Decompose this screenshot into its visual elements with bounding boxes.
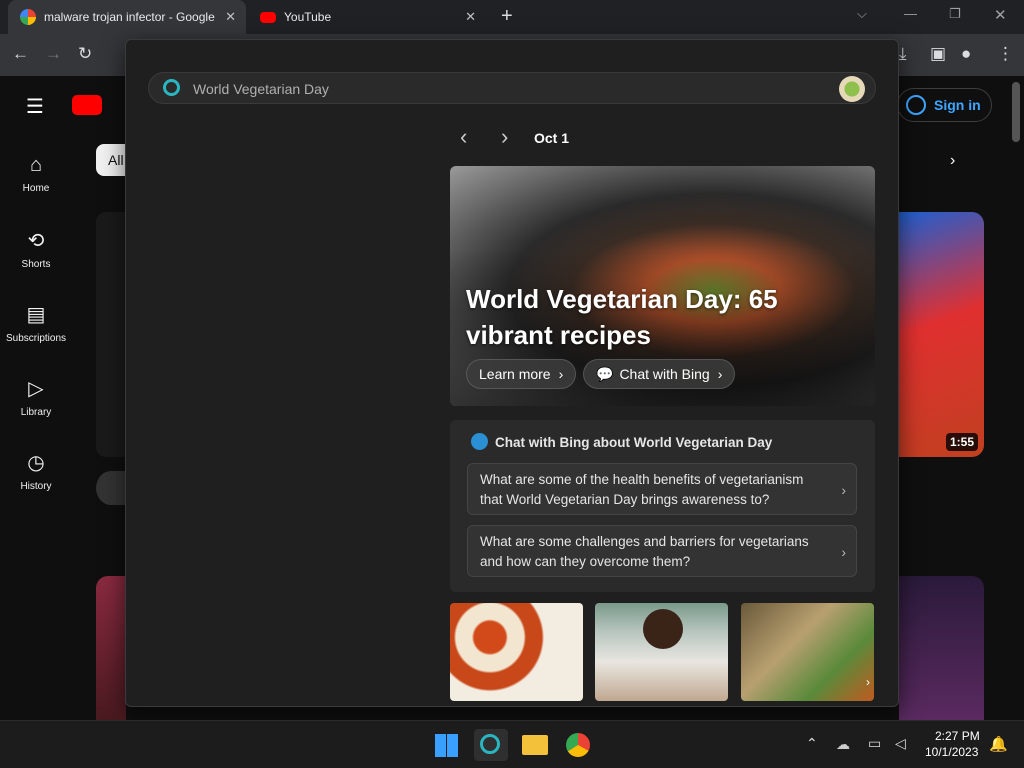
suggestion-text: What are some challenges and barriers fo…: [480, 534, 809, 569]
chat-bubble-icon: 💬: [596, 365, 614, 382]
sidebar-item-label: History: [20, 481, 52, 492]
close-window-icon[interactable]: ✕: [994, 6, 1007, 24]
sidebar-item-label: Home: [22, 183, 50, 194]
search-box[interactable]: [148, 72, 876, 104]
onedrive-icon[interactable]: ☁: [836, 736, 850, 753]
hero-card[interactable]: World Vegetarian Day: 65 vibrant recipes…: [450, 166, 875, 406]
new-tab-button[interactable]: +: [501, 5, 513, 28]
account-icon: [906, 95, 926, 115]
chat-heading: Chat with Bing about World Vegetarian Da…: [495, 435, 773, 450]
search-icon: [163, 79, 180, 96]
google-icon: [20, 9, 36, 25]
video-thumbnail[interactable]: 1:55: [899, 212, 984, 457]
chip-label: All: [108, 152, 124, 168]
search-input[interactable]: [193, 79, 793, 99]
file-explorer-icon[interactable]: [522, 735, 548, 755]
sidebar-item-label: Library: [20, 407, 52, 418]
chat-suggestions-card: Chat with Bing about World Vegetarian Da…: [450, 420, 875, 592]
bing-chat-icon: [471, 433, 488, 450]
browser-tab-bar: malware trojan infector - Google ✕ YouTu…: [0, 0, 1024, 34]
tab-title: YouTube: [284, 10, 332, 24]
profile-icon[interactable]: ●: [961, 44, 971, 64]
date-label: Oct 1: [534, 130, 570, 146]
reload-icon[interactable]: ↻: [78, 44, 92, 64]
network-icon[interactable]: ▭: [868, 735, 881, 752]
notification-bell-icon[interactable]: 🔔: [989, 735, 1008, 753]
video-thumbnail[interactable]: [899, 576, 984, 720]
volume-muted-icon[interactable]: ◁: [895, 735, 906, 752]
history-icon: ◷: [27, 452, 45, 474]
sign-in-label: Sign in: [934, 97, 981, 113]
previous-day-icon[interactable]: ‹: [460, 124, 467, 150]
tab-title: malware trojan infector - Google: [44, 10, 215, 24]
next-day-icon[interactable]: ›: [501, 124, 508, 150]
youtube-logo[interactable]: [72, 95, 102, 115]
tab-search-icon[interactable]: ⌵: [857, 6, 867, 22]
recipe-thumbnail[interactable]: [595, 603, 728, 701]
sidebar-item-label: Subscriptions: [5, 333, 67, 344]
channel-avatar[interactable]: [96, 471, 126, 505]
home-icon: ⌂: [29, 154, 43, 176]
tab-youtube[interactable]: YouTube ✕: [250, 0, 486, 34]
video-duration: 1:55: [945, 433, 978, 451]
suggestion-item[interactable]: What are some challenges and barriers fo…: [467, 525, 857, 577]
forward-icon[interactable]: →: [45, 44, 62, 64]
recipe-thumbnail[interactable]: ›: [741, 603, 874, 701]
learn-more-label: Learn more: [479, 366, 551, 382]
chevron-right-icon: ›: [841, 544, 846, 560]
windows-taskbar: ⌃ ☁ ▭ ◁ 2:27 PM 10/1/2023 🔔: [0, 720, 1024, 768]
close-tab-icon[interactable]: ✕: [465, 9, 476, 25]
sidebar-item-history[interactable]: ◷ History: [0, 450, 72, 492]
chat-with-bing-button[interactable]: 💬 Chat with Bing ›: [583, 359, 736, 389]
chevron-right-icon[interactable]: ›: [866, 675, 870, 689]
clock-date[interactable]: 10/1/2023: [925, 745, 978, 759]
hero-title[interactable]: World Vegetarian Day: 65 vibrant recipes: [466, 281, 826, 353]
suggestion-text: What are some of the health benefits of …: [480, 472, 804, 507]
sidebar-item-library[interactable]: ▷ Library: [0, 376, 72, 418]
learn-more-button[interactable]: Learn more ›: [466, 359, 577, 389]
bing-search-icon: [480, 734, 500, 754]
shorts-icon: ⟲: [27, 230, 45, 252]
restore-icon[interactable]: ❐: [949, 6, 961, 22]
hamburger-menu-icon[interactable]: ☰: [26, 94, 44, 119]
side-panel-icon[interactable]: ▣: [930, 44, 946, 64]
library-icon: ▷: [28, 378, 44, 400]
sidebar-item-shorts[interactable]: ⟲ Shorts: [0, 228, 72, 270]
chevron-right-icon: ›: [717, 366, 723, 382]
sidebar-item-label: Shorts: [21, 259, 51, 270]
windows-start-icon[interactable]: [435, 734, 458, 757]
bing-search-panel: ‹ › Oct 1 World Vegetarian Day: 65 vibra…: [125, 39, 899, 707]
chevron-right-icon[interactable]: ›: [950, 152, 955, 170]
video-thumbnail[interactable]: [96, 576, 126, 720]
tab-google-search[interactable]: malware trojan infector - Google ✕: [8, 0, 246, 34]
recipe-thumbnail[interactable]: [450, 603, 583, 701]
sign-in-button[interactable]: Sign in: [897, 88, 992, 122]
close-tab-icon[interactable]: ✕: [225, 9, 236, 25]
minimize-icon[interactable]: —: [904, 6, 917, 21]
chevron-up-icon[interactable]: ⌃: [806, 735, 818, 752]
sidebar-item-home[interactable]: ⌂ Home: [0, 154, 72, 194]
video-thumbnail[interactable]: [96, 212, 126, 457]
person-image: [643, 609, 683, 649]
subscriptions-icon: ▤: [26, 304, 46, 326]
download-icon[interactable]: ⤓: [899, 44, 907, 64]
suggestion-item[interactable]: What are some of the health benefits of …: [467, 463, 857, 515]
back-icon[interactable]: ←: [12, 44, 29, 64]
chevron-right-icon: ›: [841, 482, 846, 498]
chevron-right-icon: ›: [558, 366, 564, 382]
chat-with-bing-label: Chat with Bing: [619, 366, 710, 382]
menu-icon[interactable]: ⋮: [997, 44, 1014, 64]
scrollbar[interactable]: [1012, 82, 1020, 142]
food-bowl-icon: [839, 76, 865, 102]
youtube-icon: [260, 11, 276, 23]
sidebar-item-subscriptions[interactable]: ▤ Subscriptions: [0, 302, 72, 344]
chrome-icon[interactable]: [566, 733, 590, 757]
clock-time[interactable]: 2:27 PM: [935, 729, 980, 743]
